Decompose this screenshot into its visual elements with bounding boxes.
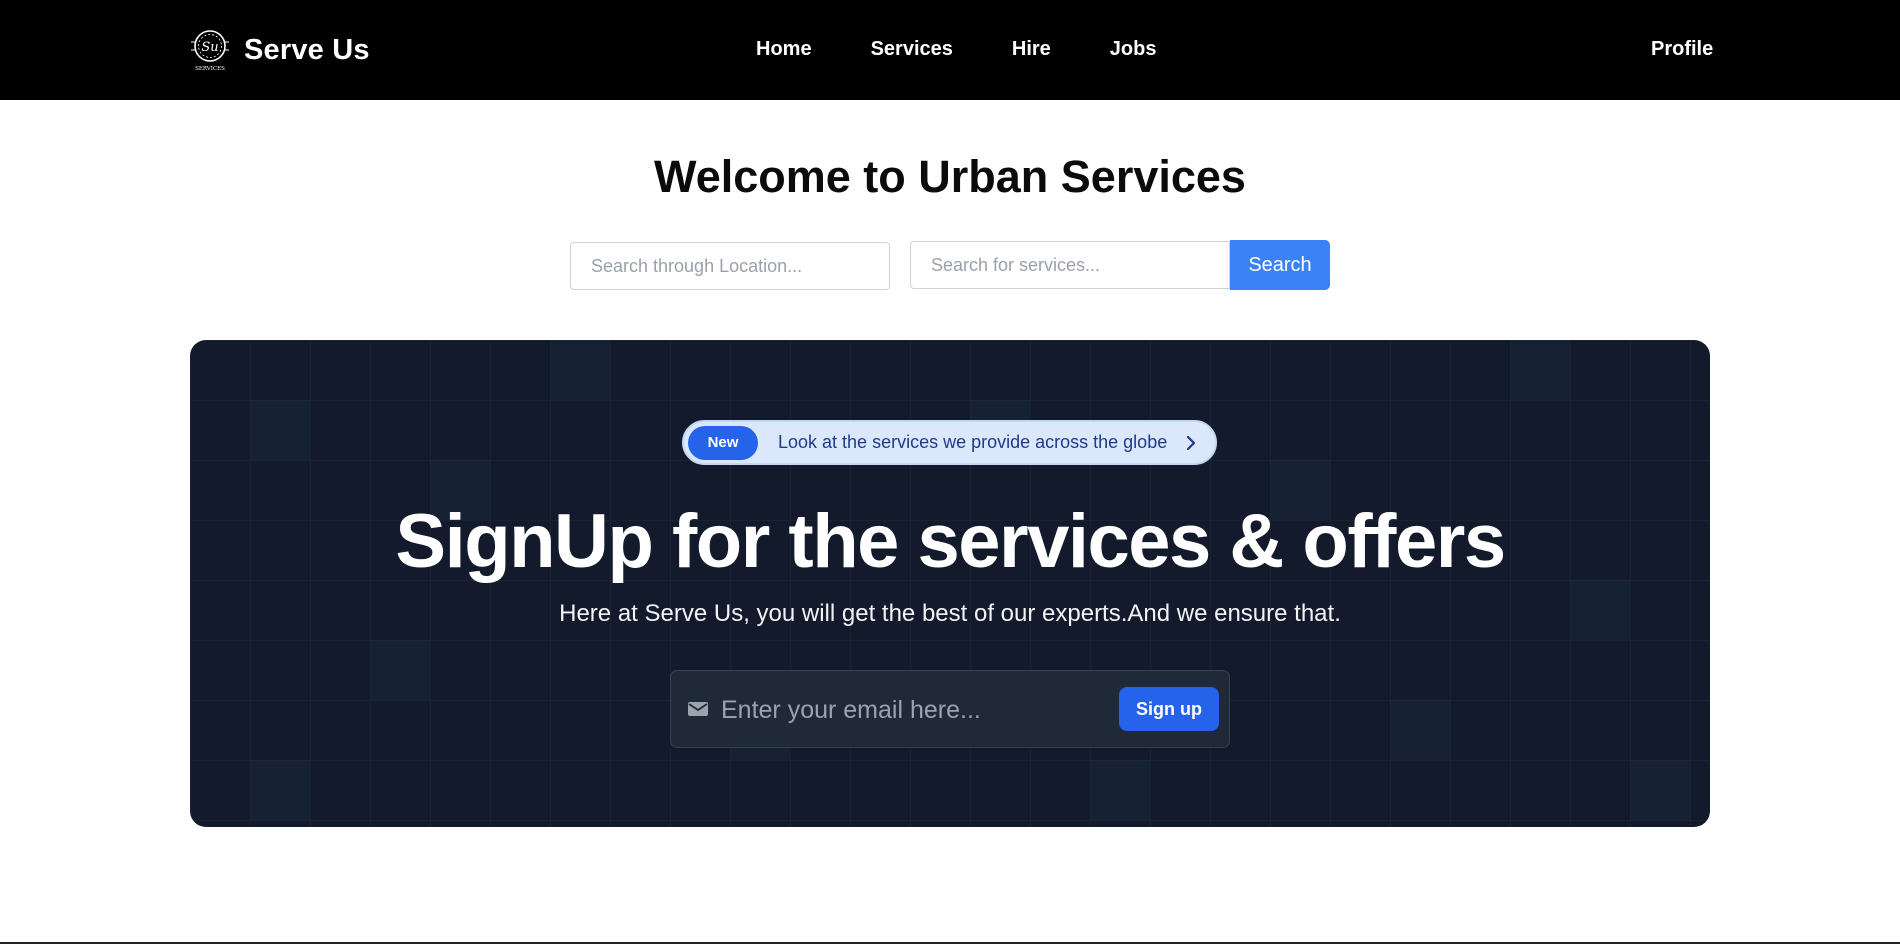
announcement-text: Look at the services we provide across t…: [778, 432, 1168, 452]
search-button[interactable]: Search: [1230, 240, 1330, 290]
grid-tile: [1390, 700, 1450, 760]
signup-hero: New Look at the services we provide acro…: [190, 340, 1710, 827]
grid-tile: [370, 640, 430, 700]
brand-name: Serve Us: [244, 33, 370, 66]
logo-text: Su: [201, 40, 218, 55]
new-badge: New: [688, 425, 758, 460]
page: Su SERVICES Serve Us Home Services Hire …: [0, 0, 1900, 944]
mail-icon: [688, 701, 708, 717]
grid-tile: [1510, 340, 1570, 400]
location-search-input[interactable]: [570, 242, 890, 290]
chevron-right-icon: [1185, 435, 1199, 450]
service-search-input[interactable]: [910, 241, 1230, 289]
hero-subtitle: Here at Serve Us, you will get the best …: [559, 600, 1341, 627]
email-signup-form: Sign up: [670, 670, 1230, 748]
nav-services[interactable]: Services: [871, 38, 953, 61]
nav-profile[interactable]: Profile: [1651, 38, 1713, 61]
nav-jobs[interactable]: Jobs: [1110, 38, 1157, 61]
brand-logo: Su SERVICES: [190, 28, 230, 72]
grid-tile: [1090, 760, 1150, 820]
grid-tile: [250, 400, 310, 460]
nav-home[interactable]: Home: [756, 38, 812, 61]
main-nav: Home Services Hire Jobs: [756, 38, 1156, 61]
grid-tile: [550, 340, 610, 400]
logo-caption: SERVICES: [195, 66, 225, 72]
nav-hire[interactable]: Hire: [1012, 38, 1051, 61]
announcement-pill[interactable]: New Look at the services we provide acro…: [682, 420, 1217, 465]
navbar: Su SERVICES Serve Us Home Services Hire …: [0, 0, 1900, 100]
signup-button[interactable]: Sign up: [1119, 687, 1219, 731]
brand[interactable]: Su SERVICES Serve Us: [190, 28, 370, 72]
hero-title: SignUp for the services & offers: [395, 499, 1506, 584]
grid-tile: [1630, 760, 1690, 820]
page-title: Welcome to Urban Services: [654, 151, 1246, 202]
email-input[interactable]: [721, 689, 1091, 731]
grid-tile: [250, 760, 310, 820]
